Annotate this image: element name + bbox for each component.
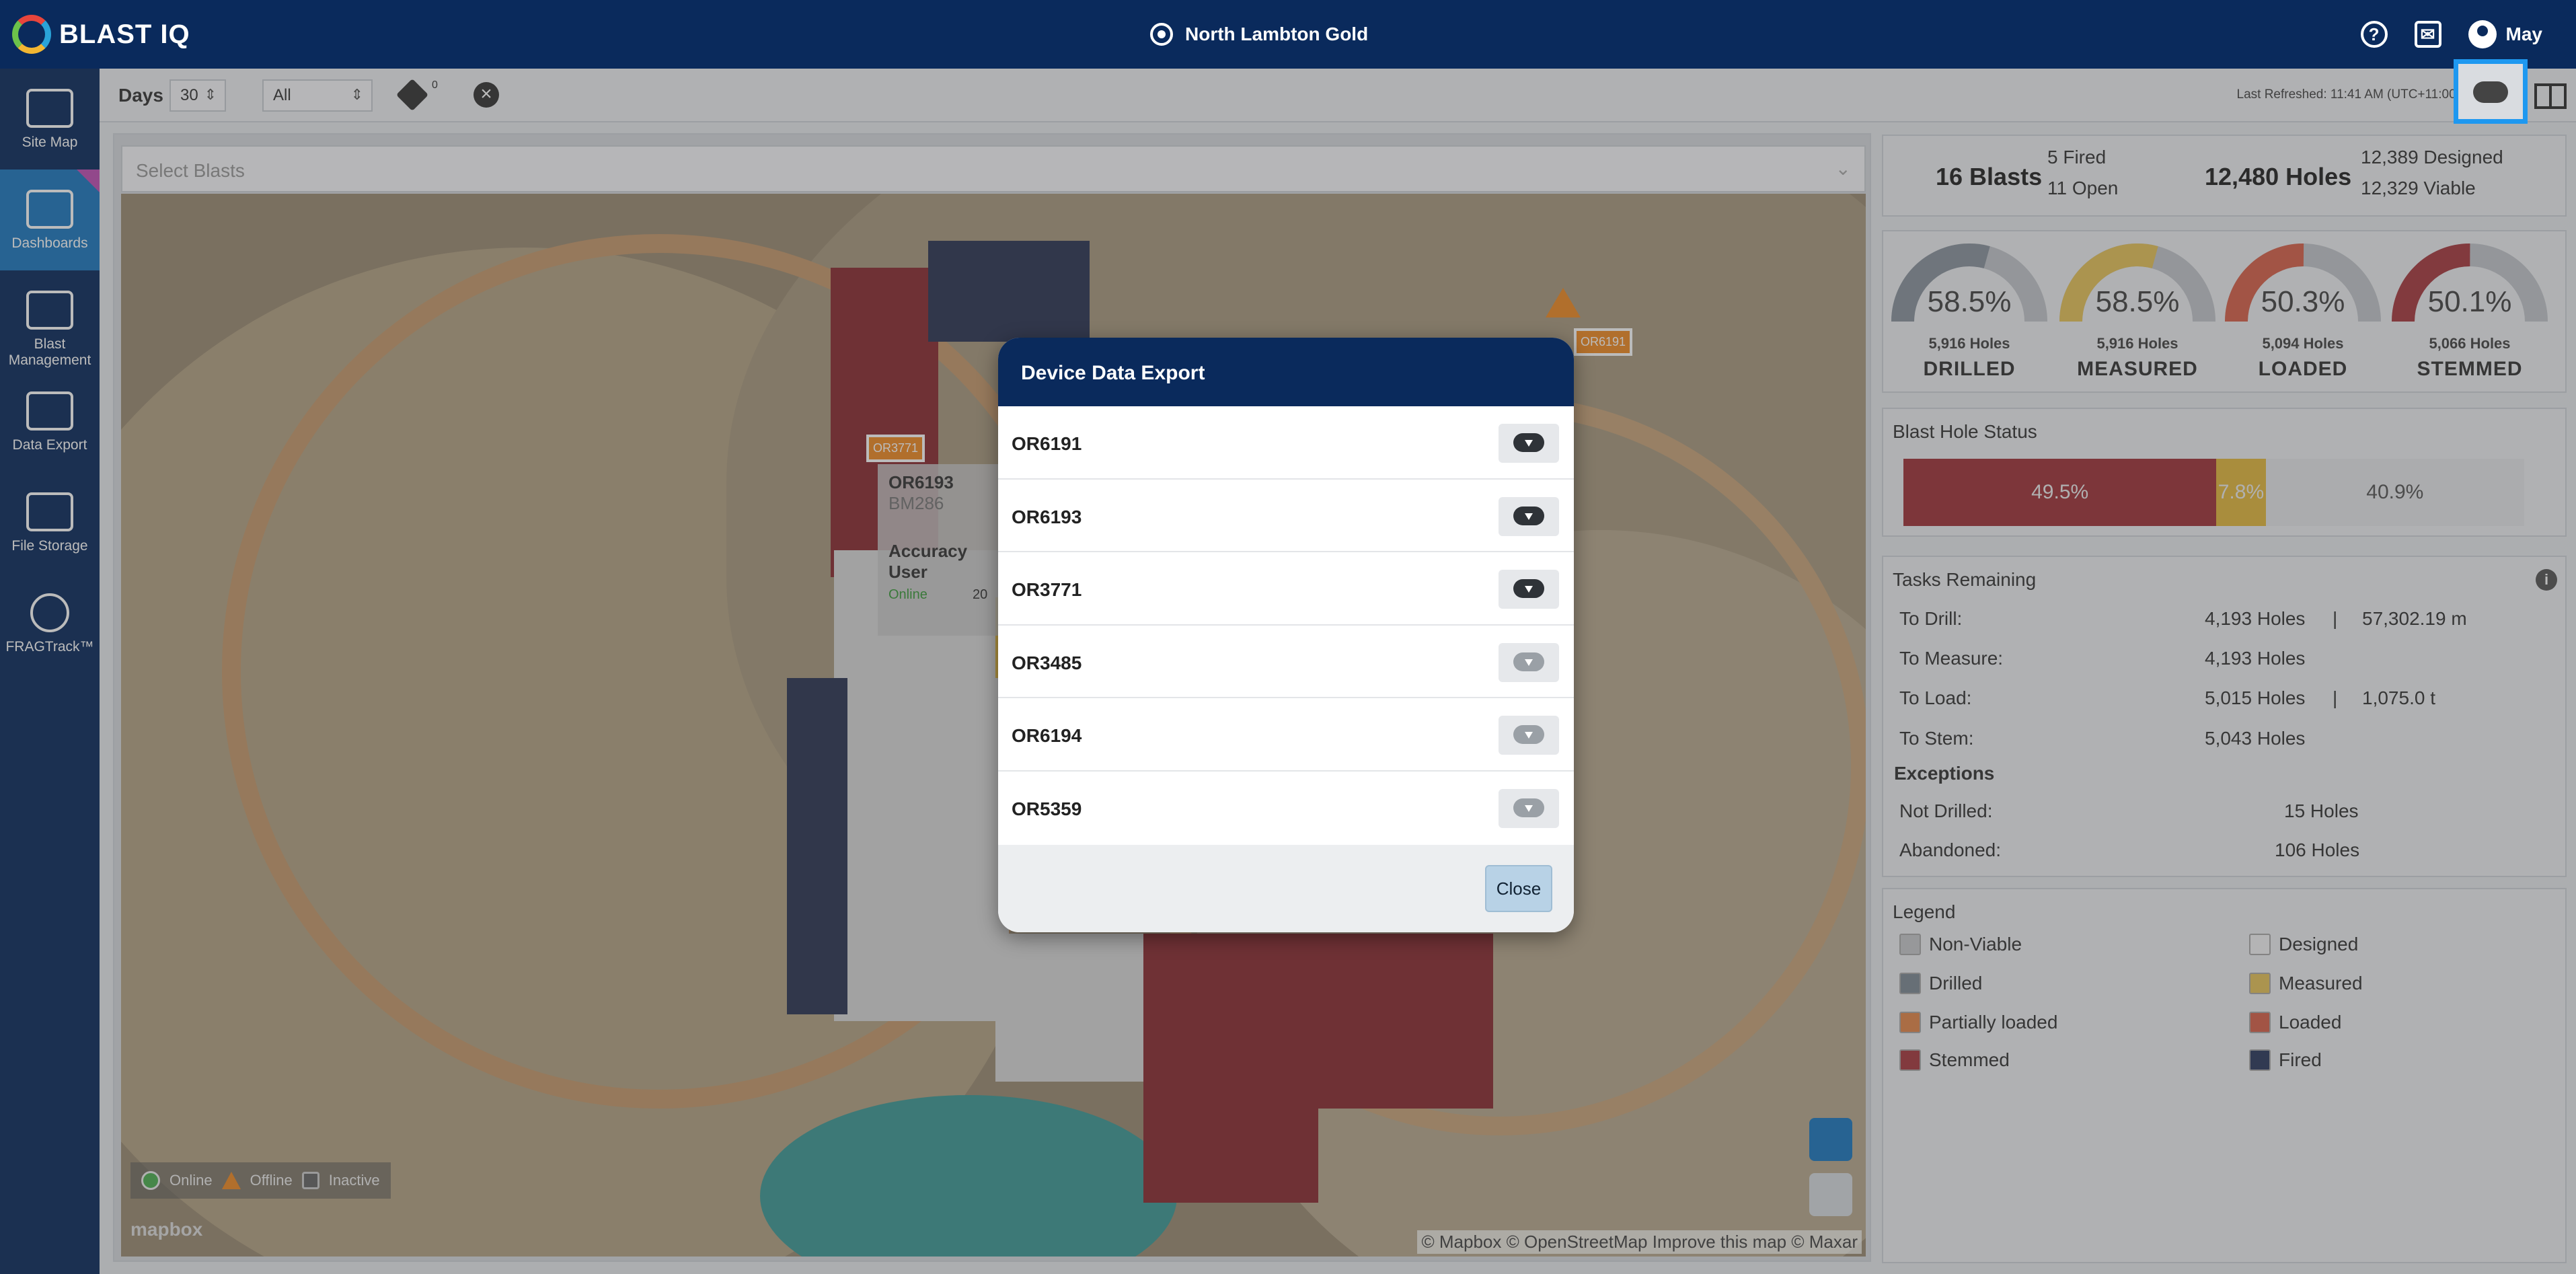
device-row: OR6194 — [998, 698, 1574, 772]
user-avatar-icon — [2468, 20, 2497, 48]
download-button[interactable] — [1499, 424, 1559, 463]
download-button[interactable] — [1499, 716, 1559, 755]
user-menu[interactable]: May — [2468, 20, 2542, 48]
app-logo[interactable]: BLAST IQ — [12, 13, 190, 55]
device-data-export-dialog: Device Data Export OR6191 OR6193 OR3771 … — [998, 338, 1574, 932]
device-name: OR6193 — [1012, 506, 1082, 527]
device-row: OR3771 — [998, 552, 1574, 626]
dialog-footer: Close — [998, 845, 1574, 932]
support-chat-icon[interactable]: ✉ — [2414, 21, 2441, 48]
help-icon[interactable]: ? — [2360, 21, 2388, 48]
device-row: OR6191 — [998, 406, 1574, 480]
top-bar: BLAST IQ North Lambton Gold ? ✉ May — [0, 0, 2576, 69]
device-row: OR6193 — [998, 480, 1574, 552]
device-name: OR5359 — [1012, 798, 1082, 819]
location-target-icon — [1150, 23, 1173, 46]
download-button[interactable] — [1499, 570, 1559, 609]
device-name: OR3485 — [1012, 652, 1082, 673]
device-row: OR5359 — [998, 772, 1574, 845]
cloud-download-icon — [1513, 798, 1544, 817]
cloud-download-icon — [2473, 81, 2508, 103]
device-name: OR6194 — [1012, 725, 1082, 746]
user-name: May — [2505, 24, 2542, 44]
dialog-title: Device Data Export — [998, 338, 1574, 406]
close-button[interactable]: Close — [1485, 865, 1552, 912]
site-selector[interactable]: North Lambton Gold — [1150, 16, 1368, 52]
cloud-download-icon — [1513, 506, 1544, 525]
device-name: OR6191 — [1012, 433, 1082, 454]
logo-text: BLAST IQ — [59, 19, 190, 49]
cloud-download-icon — [1513, 579, 1544, 598]
cloud-download-icon — [1513, 652, 1544, 671]
device-row: OR3485 — [998, 626, 1574, 698]
download-button[interactable] — [1499, 642, 1559, 682]
download-button[interactable] — [1499, 788, 1559, 828]
cloud-download-icon — [1513, 433, 1544, 452]
site-name: North Lambton Gold — [1185, 24, 1369, 44]
device-export-button[interactable] — [2454, 59, 2528, 124]
device-name: OR3771 — [1012, 579, 1082, 600]
cloud-download-icon — [1513, 725, 1544, 744]
download-button[interactable] — [1499, 496, 1559, 536]
logo-ring-icon — [12, 15, 51, 54]
book-icon[interactable] — [2534, 83, 2567, 109]
